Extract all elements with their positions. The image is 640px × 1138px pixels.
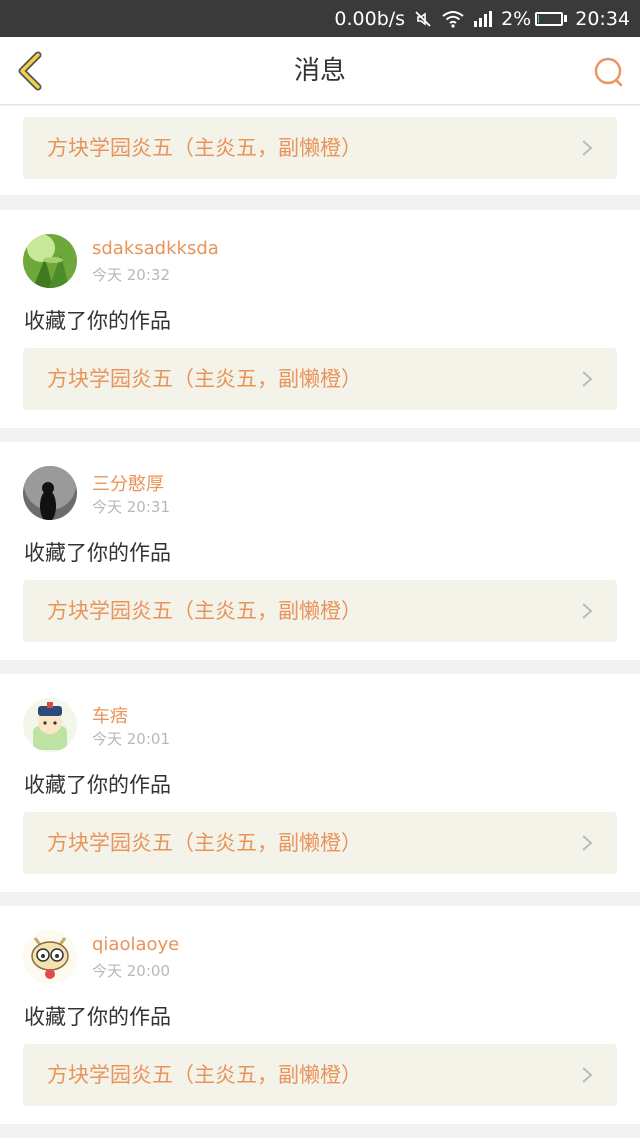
battery-percent: 2% <box>501 7 532 30</box>
page-title: 消息 <box>293 56 346 86</box>
mute-icon <box>413 9 433 29</box>
message-action: 收藏了你的作品 <box>24 309 171 333</box>
avatar[interactable] <box>23 930 77 984</box>
message-card: 方块学园炎五（主炎五，副懒橙） <box>0 106 640 195</box>
message-time: 今天 20:00 <box>92 962 170 980</box>
wifi-icon <box>441 9 465 29</box>
work-title: 方块学园炎五（主炎五，副懒橙） <box>47 831 362 855</box>
clock: 20:34 <box>575 7 630 30</box>
chevron-right-icon <box>582 603 593 619</box>
message-time: 今天 20:32 <box>92 266 170 284</box>
message-card: sdaksadkksda 今天 20:32 收藏了你的作品 方块学园炎五（主炎五… <box>0 210 640 428</box>
work-reference-link[interactable]: 方块学园炎五（主炎五，副懒橙） <box>23 812 617 874</box>
message-card: 车痞 今天 20:01 收藏了你的作品 方块学园炎五（主炎五，副懒橙） <box>0 674 640 892</box>
message-time: 今天 20:01 <box>92 730 170 748</box>
message-card: qiaolaoye 今天 20:00 收藏了你的作品 方块学园炎五（主炎五，副懒… <box>0 906 640 1124</box>
search-icon <box>594 57 623 87</box>
chevron-right-icon <box>582 371 593 387</box>
chevron-right-icon <box>582 1067 593 1083</box>
avatar[interactable] <box>23 234 77 288</box>
avatar[interactable] <box>23 466 77 520</box>
work-title: 方块学园炎五（主炎五，副懒橙） <box>47 1063 362 1087</box>
user-name[interactable]: 三分憨厚 <box>92 470 164 496</box>
work-title: 方块学园炎五（主炎五，副懒橙） <box>47 136 362 160</box>
work-reference-link[interactable]: 方块学园炎五（主炎五，副懒橙） <box>23 117 617 179</box>
work-title: 方块学园炎五（主炎五，副懒橙） <box>47 599 362 623</box>
message-action: 收藏了你的作品 <box>24 1005 171 1029</box>
message-action: 收藏了你的作品 <box>24 541 171 565</box>
message-card: 三分憨厚 今天 20:31 收藏了你的作品 方块学园炎五（主炎五，副懒橙） <box>0 442 640 660</box>
message-action: 收藏了你的作品 <box>24 773 171 797</box>
chevron-right-icon <box>582 835 593 851</box>
user-name[interactable]: sdaksadkksda <box>92 238 219 259</box>
work-title: 方块学园炎五（主炎五，副懒橙） <box>47 367 362 391</box>
battery-icon <box>535 11 568 26</box>
work-reference-link[interactable]: 方块学园炎五（主炎五，副懒橙） <box>23 348 617 410</box>
search-button[interactable] <box>592 55 626 89</box>
chevron-right-icon <box>582 140 593 156</box>
user-name[interactable]: qiaolaoye <box>92 934 179 955</box>
message-time: 今天 20:31 <box>92 498 170 516</box>
network-speed: 0.00b/s <box>334 7 406 30</box>
user-name[interactable]: 车痞 <box>92 702 128 728</box>
nav-bar: 消息 <box>0 37 640 105</box>
work-reference-link[interactable]: 方块学园炎五（主炎五，副懒橙） <box>23 580 617 642</box>
status-bar: 0.00b/s 2% 20:34 <box>0 0 640 37</box>
work-reference-link[interactable]: 方块学园炎五（主炎五，副懒橙） <box>23 1044 617 1106</box>
signal-icon <box>473 10 493 28</box>
avatar[interactable] <box>23 698 77 752</box>
